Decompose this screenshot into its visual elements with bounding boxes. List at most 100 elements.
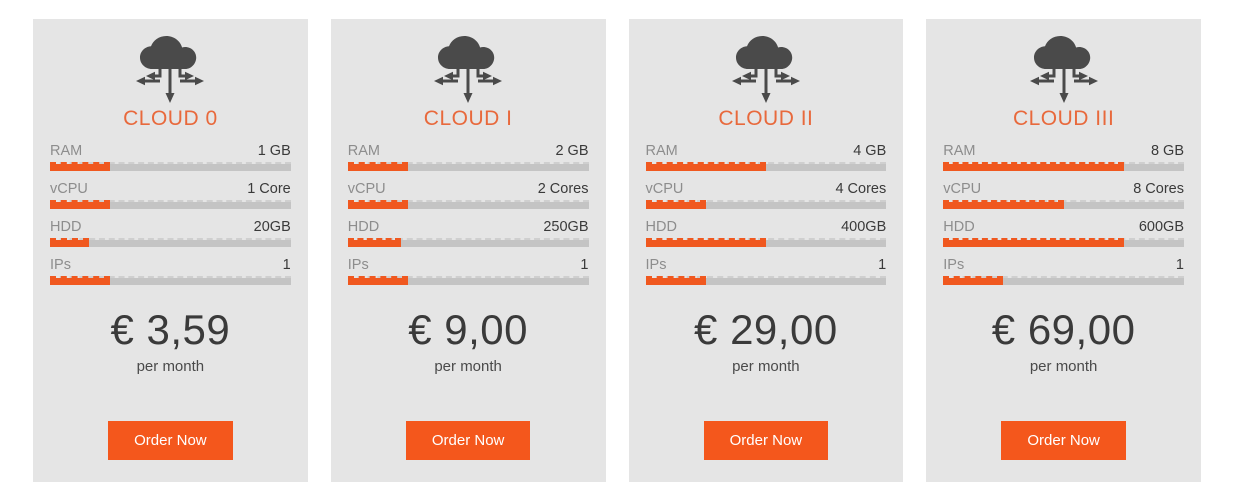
spec-label: IPs [943, 257, 965, 273]
spec-head: HDD 20GB [50, 219, 291, 240]
cloud-network-icon [1018, 35, 1110, 107]
spec-list: RAM 4 GB vCPU 4 Cores HDD 400GB IPs 1 [644, 143, 889, 295]
spec-label: RAM [347, 143, 380, 159]
spec-label: vCPU [645, 181, 684, 197]
spec-bar-track [943, 162, 1184, 171]
spec-row-hdd: HDD 20GB [50, 219, 291, 247]
spec-bar-track [645, 200, 887, 209]
spec-bar-track [347, 276, 589, 285]
price-period: per month [732, 358, 800, 376]
spec-head: RAM 4 GB [646, 143, 887, 164]
spec-value: 1 GB [257, 143, 291, 159]
spec-head: RAM 8 GB [943, 143, 1184, 164]
spec-value: 4 GB [853, 143, 887, 159]
plan-card-cloud-3[interactable]: CLOUD III RAM 8 GB vCPU 8 Cores HDD 600G… [926, 19, 1201, 482]
plan-title: CLOUD I [423, 107, 513, 130]
spec-row-ram: RAM 1 GB [50, 143, 291, 171]
spec-label: RAM [645, 143, 678, 159]
spec-head: IPs 1 [943, 257, 1184, 278]
plan-title: CLOUD 0 [123, 107, 218, 130]
plan-card-cloud-1[interactable]: CLOUD I RAM 2 GB vCPU 2 Cores HDD 250GB … [330, 19, 606, 482]
spec-row-ram: RAM 4 GB [645, 143, 887, 171]
spec-value: 20GB [253, 219, 291, 235]
spec-bar-fill [645, 276, 706, 285]
spec-label: vCPU [50, 181, 88, 197]
spec-value: 2 Cores [537, 181, 589, 197]
spec-bar-track [347, 200, 589, 209]
cloud-network-icon [124, 35, 216, 107]
spec-bar-fill [347, 162, 409, 171]
spec-row-vcpu: vCPU 8 Cores [943, 181, 1184, 209]
spec-label: HDD [347, 219, 380, 235]
price-amount: € 29,00 [694, 306, 838, 353]
spec-bar-fill [50, 162, 111, 171]
price-amount: € 69,00 [991, 306, 1136, 353]
spec-row-ram: RAM 8 GB [943, 143, 1184, 171]
price-period: per month [1029, 358, 1098, 376]
price-period: per month [136, 358, 205, 376]
plan-card-cloud-2[interactable]: CLOUD II RAM 4 GB vCPU 4 Cores HDD 400GB… [628, 19, 904, 482]
spec-bar-fill [943, 238, 1124, 247]
order-button-wrap: Order Now [48, 421, 293, 460]
spec-value: 400GB [841, 219, 887, 235]
spec-bar-fill [943, 276, 1004, 285]
order-now-button[interactable]: Order Now [405, 421, 531, 460]
spec-bar-fill [347, 276, 409, 285]
spec-row-vcpu: vCPU 4 Cores [645, 181, 887, 209]
spec-bar-track [645, 238, 887, 247]
spec-value: 1 [282, 257, 291, 273]
spec-label: vCPU [943, 181, 982, 197]
plan-card-cloud-0[interactable]: CLOUD 0 RAM 1 GB vCPU 1 Core HDD 20GB IP… [33, 19, 308, 482]
price-block: € 69,00 per month [941, 306, 1186, 376]
spec-row-hdd: HDD 250GB [347, 219, 589, 247]
spec-list: RAM 2 GB vCPU 2 Cores HDD 250GB IPs 1 [346, 143, 591, 295]
spec-head: HDD 400GB [646, 219, 887, 240]
spec-value: 8 Cores [1133, 181, 1184, 197]
plan-title: CLOUD III [1012, 107, 1115, 130]
spec-list: RAM 1 GB vCPU 1 Core HDD 20GB IPs 1 [48, 143, 293, 295]
order-button-wrap: Order Now [644, 421, 889, 460]
spec-bar-track [347, 238, 589, 247]
spec-head: IPs 1 [348, 257, 589, 278]
spec-value: 2 GB [555, 143, 589, 159]
order-button-wrap: Order Now [941, 421, 1186, 460]
spec-label: HDD [50, 219, 82, 235]
price-block: € 9,00 per month [346, 306, 591, 376]
spec-value: 1 [580, 257, 589, 273]
spec-head: RAM 2 GB [348, 143, 589, 164]
spec-value: 1 [1175, 257, 1184, 273]
spec-bar-track [50, 276, 291, 285]
spec-bar-track [50, 238, 291, 247]
spec-row-ips: IPs 1 [943, 257, 1184, 285]
order-now-button[interactable]: Order Now [108, 421, 233, 460]
spec-list: RAM 8 GB vCPU 8 Cores HDD 600GB IPs 1 [941, 143, 1186, 295]
spec-row-ips: IPs 1 [645, 257, 887, 285]
spec-bar-fill [943, 200, 1065, 209]
price-amount: € 3,59 [110, 306, 231, 353]
spec-head: vCPU 1 Core [50, 181, 291, 202]
spec-head: IPs 1 [50, 257, 291, 278]
spec-value: 250GB [543, 219, 589, 235]
spec-row-vcpu: vCPU 1 Core [50, 181, 291, 209]
spec-bar-fill [50, 276, 111, 285]
spec-value: 4 Cores [835, 181, 887, 197]
spec-bar-track [347, 162, 589, 171]
spec-value: 1 [878, 257, 887, 273]
price-block: € 3,59 per month [48, 306, 293, 376]
order-now-button[interactable]: Order Now [703, 421, 829, 460]
spec-bar-track [50, 162, 291, 171]
spec-row-hdd: HDD 400GB [645, 219, 887, 247]
spec-bar-fill [645, 162, 767, 171]
spec-bar-track [50, 200, 291, 209]
spec-label: RAM [943, 143, 976, 159]
spec-row-ips: IPs 1 [50, 257, 291, 285]
spec-bar-fill [943, 162, 1124, 171]
spec-label: RAM [50, 143, 83, 159]
price-amount: € 9,00 [408, 306, 529, 353]
order-now-button[interactable]: Order Now [1001, 421, 1126, 460]
spec-row-vcpu: vCPU 2 Cores [347, 181, 589, 209]
plan-title: CLOUD II [718, 107, 814, 130]
spec-row-ips: IPs 1 [347, 257, 589, 285]
spec-bar-track [645, 276, 887, 285]
spec-bar-fill [645, 200, 706, 209]
